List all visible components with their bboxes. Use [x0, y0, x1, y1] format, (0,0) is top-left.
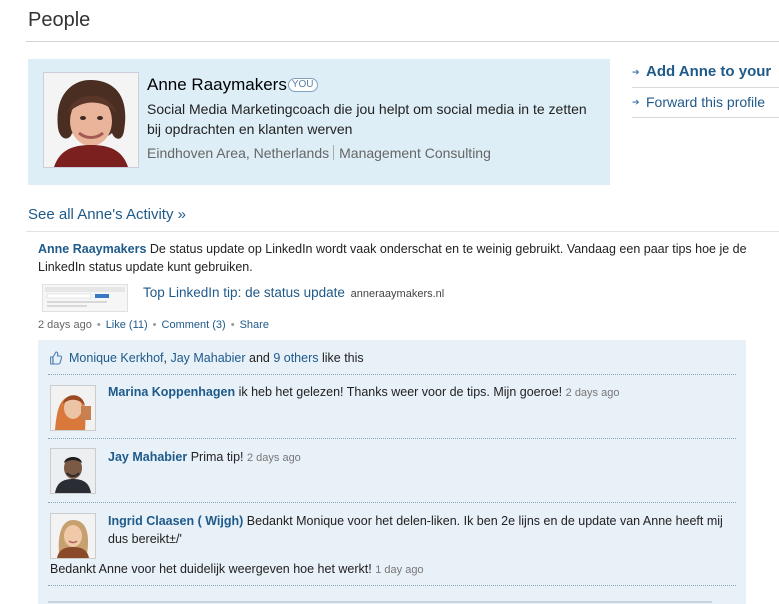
comment-link[interactable]: Comment (3)	[162, 319, 226, 331]
comment-body: Bedankt Anne voor het duidelijk weergeve…	[50, 562, 372, 576]
liker-link[interactable]: Jay Mahabier	[170, 351, 245, 365]
likes-and: and	[245, 351, 274, 365]
profile-industry: Management Consulting	[339, 145, 491, 161]
comment-time: 2 days ago	[565, 387, 620, 399]
forward-profile-label: Forward this profile	[646, 94, 766, 110]
side-divider	[632, 87, 779, 88]
commenter-avatar[interactable]	[50, 448, 96, 494]
like-link[interactable]: Like (11)	[106, 319, 148, 331]
bullet-separator: •	[96, 319, 101, 331]
bullet-separator: •	[230, 319, 235, 331]
comment-input-edge[interactable]	[48, 601, 712, 603]
profile-headline: Social Media Marketingcoach die jou help…	[147, 101, 587, 137]
likes-suffix: like this	[318, 351, 364, 365]
comment-continuation: Bedankt Anne voor het duidelijk weergeve…	[50, 560, 730, 579]
you-badge: YOU	[287, 78, 318, 92]
dotted-divider	[48, 585, 736, 586]
see-all-activity-link[interactable]: See all Anne's Activity »	[28, 206, 186, 223]
forward-profile-link[interactable]: ➔ Forward this profile	[632, 92, 779, 112]
comment-time: 2 days ago	[246, 452, 301, 464]
liker-link[interactable]: Monique Kerkhof	[69, 351, 164, 365]
update-author-link[interactable]: Anne Raaymakers	[38, 242, 146, 256]
commenter-link[interactable]: Ingrid Claasen ( Wijgh)	[108, 514, 243, 528]
commenter-avatar[interactable]	[50, 513, 96, 559]
arrow-right-icon: ➔	[632, 97, 640, 107]
comment: Ingrid Claasen ( Wijgh) Bedankt Monique …	[108, 512, 728, 548]
arrow-right-icon: ➔	[632, 67, 640, 77]
others-link[interactable]: 9 others	[273, 351, 318, 365]
likes-comments-box: Monique Kerkhof, Jay Mahabier and 9 othe…	[38, 340, 746, 604]
bullet-separator: •	[152, 319, 157, 331]
commenter-link[interactable]: Jay Mahabier	[108, 450, 187, 464]
likes-summary: Monique Kerkhof, Jay Mahabier and 9 othe…	[50, 351, 364, 365]
comment-time: 1 day ago	[375, 564, 424, 576]
side-divider	[632, 117, 779, 118]
share-link[interactable]: Share	[240, 319, 269, 331]
title-divider	[26, 41, 779, 42]
comment-body: ik heb het gelezen! Thanks weer voor de …	[238, 385, 563, 399]
page-title: People	[28, 9, 91, 31]
comment-body: Prima tip!	[190, 450, 244, 464]
commenter-link[interactable]: Marina Koppenhagen	[108, 385, 235, 399]
activity-divider	[26, 231, 779, 232]
share-thumbnail-image	[45, 287, 125, 307]
commenter-avatar[interactable]	[50, 385, 96, 431]
profile-location: Eindhoven Area, Netherlands	[147, 145, 330, 161]
add-to-network-label: Add Anne to your	[646, 63, 772, 80]
profile-name-row: Anne Raaymakers YOU	[147, 75, 318, 95]
dotted-divider	[48, 438, 736, 439]
share-title-row: Top LinkedIn tip: de status update anner…	[143, 285, 444, 300]
dotted-divider	[48, 502, 736, 503]
dotted-divider	[48, 374, 736, 375]
comment: Marina Koppenhagen ik heb het gelezen! T…	[108, 383, 728, 402]
profile-photo[interactable]	[43, 72, 139, 168]
status-update: Anne Raaymakers De status update op Link…	[38, 240, 768, 276]
profile-photo-image	[44, 73, 138, 167]
add-to-network-link[interactable]: ➔ Add Anne to your	[632, 62, 779, 82]
update-time: 2 days ago	[38, 319, 92, 331]
like-icon	[50, 351, 62, 365]
share-title-link[interactable]: Top LinkedIn tip: de status update	[143, 285, 345, 300]
update-actions: 2 days ago • Like (11) • Comment (3) • Share	[38, 319, 269, 331]
commenter-photo	[51, 449, 95, 493]
profile-name[interactable]: Anne Raaymakers	[147, 75, 287, 94]
profile-meta: Eindhoven Area, Netherlands Management Co…	[147, 145, 491, 161]
share-thumbnail[interactable]	[42, 284, 128, 312]
comment: Jay Mahabier Prima tip! 2 days ago	[108, 448, 728, 467]
commenter-photo	[51, 514, 95, 558]
share-domain: anneraaymakers.nl	[350, 288, 445, 300]
commenter-photo	[51, 386, 95, 430]
profile-card: Anne Raaymakers YOU Social Media Marketin…	[28, 59, 610, 185]
meta-separator	[333, 145, 335, 160]
